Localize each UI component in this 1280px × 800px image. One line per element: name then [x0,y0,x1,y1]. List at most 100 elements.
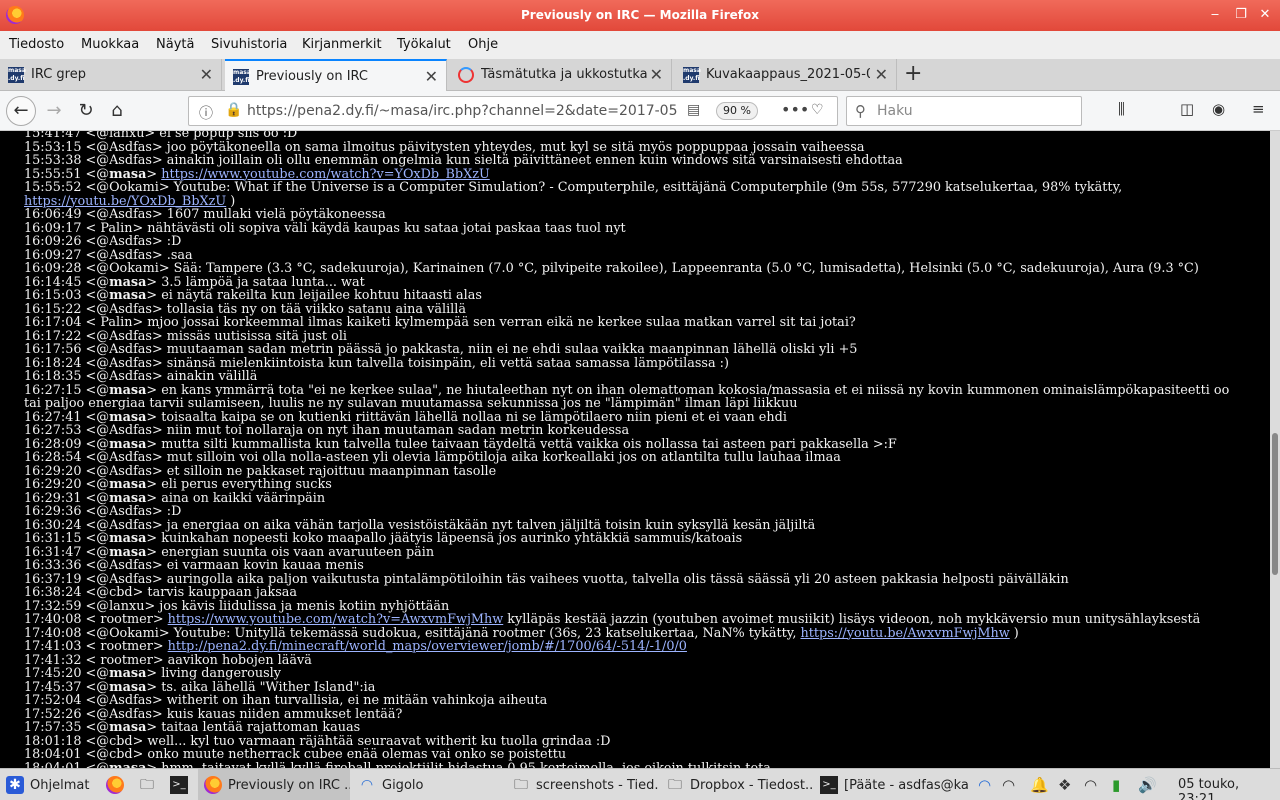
taskbar-window-terminal[interactable]: >_ [Pääte - asdfas@ka... [814,769,970,800]
log-line: 16:27:53 <@Asdfas> niin mut toi nollaraj… [24,423,630,438]
log-line: 17:52:26 <@Asdfas> kuis kauas niiden amm… [24,706,403,722]
zoom-level-badge[interactable]: 90 % [716,102,758,120]
log-line: 17:40:08 <@Ookami> Youtube: Unityllä tek… [24,625,1019,641]
close-icon[interactable]: ✕ [875,65,888,84]
vertical-scrollbar[interactable] [1270,131,1280,768]
firefox-icon [106,776,124,794]
reader-view-icon[interactable]: ▤ [687,102,700,118]
masa-favicon-icon: masa .dy.fi [683,67,701,83]
menu-icon: ✱ [6,776,24,794]
account-icon[interactable]: ◉ [1212,100,1225,118]
log-line: 16:17:56 <@Asdfas> muutaaman sadan metri… [24,342,858,357]
network-signal-icon[interactable]: ◠ [1084,776,1097,794]
menu-item-file[interactable]: Tiedosto [9,37,64,52]
menu-item-view[interactable]: Näytä [156,37,194,52]
folder-icon: 🗀 [668,777,682,793]
back-arrow-icon[interactable]: ← [6,96,36,126]
wifi-icon[interactable]: ◠ [978,776,991,794]
notification-bell-icon[interactable]: 🔔 [1030,776,1049,794]
folder-icon: 🗀 [514,777,528,793]
log-line: 16:37:19 <@Asdfas> auringolla aika paljo… [24,571,1069,587]
log-line: 18:01:18 <@cbd> well... kyl tuo varmaan … [24,733,611,749]
page-actions-icon[interactable]: ••• [781,100,809,119]
log-line: 15:55:52 <@Ookami> Youtube: What if the … [24,180,1127,209]
page-content: 15:41:47 <@lanxu> ei se popup siis oo :D… [0,131,1270,768]
log-line: 16:17:04 < Palin> mjoo jossai korkeemmal… [24,315,856,330]
tab-kuvakaappaus[interactable]: masa .dy.fi Kuvakaappaus_2021-05-05 ✕ [675,59,897,91]
battery-icon[interactable]: ▮ [1112,776,1120,794]
close-icon[interactable]: ✕ [1256,6,1274,24]
site-info-icon[interactable]: ⓘ [199,103,213,123]
url-bar[interactable]: ⓘ 🔒 https://pena2.dy.fi/~masa/irc.php?ch… [188,96,838,126]
taskbar-window-gigolo[interactable]: ◠ Gigolo [352,769,502,800]
menu-item-help[interactable]: Ohje [468,37,498,52]
hamburger-menu-icon[interactable]: ≡ [1252,100,1265,118]
log-link[interactable]: https://www.youtube.com/watch?v=AwxvmFwj… [168,612,504,627]
tab-irc-grep[interactable]: masa .dy.fi IRC grep ✕ [0,59,222,91]
maximize-icon[interactable]: ❐ [1232,6,1250,24]
window-titlebar[interactable]: Previously on IRC — Mozilla Firefox ‒ ❐ … [0,0,1280,31]
log-line: 16:31:15 <@masa> kuinkahan nopeesti koko… [24,531,743,546]
tab-previously-on-irc[interactable]: masa .dy.fi Previously on IRC ✕ [225,59,447,91]
library-icon[interactable]: ⫼ [1118,100,1125,118]
masa-favicon-icon: masa .dy.fi [233,69,251,85]
home-icon[interactable]: ⌂ [103,97,131,125]
menu-item-history[interactable]: Sivuhistoria [211,37,287,52]
search-box[interactable]: ⚲ [846,96,1082,126]
reload-icon[interactable]: ↻ [72,97,100,125]
log-line: 15:53:38 <@Asdfas> ainakin joillain oli … [24,153,903,168]
taskbar-window-firefox[interactable]: Previously on IRC ... [198,769,350,800]
scrollbar-thumb[interactable] [1272,433,1278,575]
wifi-status-icon[interactable]: ◠ [1002,776,1015,794]
close-icon[interactable]: ✕ [200,65,213,84]
navigation-toolbar: ← → ↻ ⌂ ⓘ 🔒 https://pena2.dy.fi/~masa/ir… [0,91,1280,131]
log-line: 16:06:49 <@Asdfas> 1607 mullaki vielä pö… [24,207,386,222]
log-link[interactable]: http://pena2.dy.fi/minecraft/world_maps/… [168,639,687,654]
sidebar-icon[interactable]: ◫ [1180,100,1194,118]
log-line: 17:40:08 < rootmer> https://www.youtube.… [24,612,1201,627]
new-tab-plus-icon[interactable]: + [904,61,922,86]
log-line: 15:55:51 <@masa> https://www.youtube.com… [24,166,490,182]
minimize-icon[interactable]: ‒ [1206,6,1224,24]
menu-bar: Tiedosto Muokkaa Näytä Sivuhistoria Kirj… [0,31,1280,59]
log-line: 16:31:47 <@masa> energian suunta ois vaa… [24,544,435,560]
tab-label: IRC grep [31,67,86,82]
log-line: 17:45:37 <@masa> ts. aika lähellä "Withe… [24,679,376,695]
volume-icon[interactable]: 🔊 [1138,776,1157,794]
log-link[interactable]: https://youtu.be/AwxvmFwjMhw [800,626,1009,641]
log-line: 16:29:20 <@masa> eli perus everything su… [24,477,332,492]
log-line: 16:09:28 <@Ookami> Sää: Tampere (3.3 °C,… [24,261,1199,276]
taskbar-window-screenshots[interactable]: 🗀 screenshots - Tied... [506,769,658,800]
clock[interactable]: 05 touko, 23:21 [1178,777,1280,800]
taskbar-launcher-firefox[interactable] [100,769,132,800]
network-icon: ◠ [360,777,374,793]
taskbar-launcher-files[interactable]: 🗀 [132,769,164,800]
log-line: 16:27:41 <@masa> toisaalta kaipa se on k… [24,409,787,425]
search-input[interactable] [877,102,1072,120]
taskbar-applications-menu[interactable]: ✱ Ohjelmat [0,769,100,800]
pocket-icon[interactable]: ♡ [811,102,824,118]
taskbar-window-dropbox[interactable]: 🗀 Dropbox - Tiedost... [660,769,812,800]
menu-item-bookmarks[interactable]: Kirjanmerkit [302,37,382,52]
close-icon[interactable]: ✕ [650,65,663,84]
log-line: 16:17:22 <@Asdfas> missäs uutisissa sitä… [24,328,348,344]
dropbox-icon[interactable]: ❖ [1058,776,1071,794]
log-line: 16:28:54 <@Asdfas> mut silloin voi olla … [24,450,841,465]
window-title: Previously on IRC — Mozilla Firefox [520,8,760,22]
close-icon[interactable]: ✕ [425,67,438,86]
log-line: 17:57:35 <@masa> taitaa lentää rajattoma… [24,720,361,735]
log-line: 17:45:20 <@masa> living dangerously [24,666,281,681]
menu-item-edit[interactable]: Muokkaa [81,37,139,52]
url-text[interactable]: https://pena2.dy.fi/~masa/irc.php?channe… [247,103,677,119]
log-line: 16:14:45 <@masa> 3.5 lämpöä ja sataa lun… [24,274,365,290]
menu-item-tools[interactable]: Työkalut [397,37,451,52]
log-line: 16:29:36 <@Asdfas> :D [24,504,182,519]
forward-arrow-icon[interactable]: → [40,97,68,125]
tab-bar: masa .dy.fi IRC grep ✕ masa .dy.fi Previ… [0,59,1280,91]
log-line: 15:53:15 <@Asdfas> joo pöytäkoneella on … [24,139,865,155]
tab-tasmatutka[interactable]: Täsmätutka ja ukkostutka ✕ [450,59,672,91]
lock-icon[interactable]: 🔒 [225,102,242,118]
radar-favicon-icon [458,67,474,83]
taskbar-launcher-terminal[interactable]: >_ [164,769,196,800]
log-line: 16:28:09 <@masa> mutta silti kummallista… [24,436,897,452]
